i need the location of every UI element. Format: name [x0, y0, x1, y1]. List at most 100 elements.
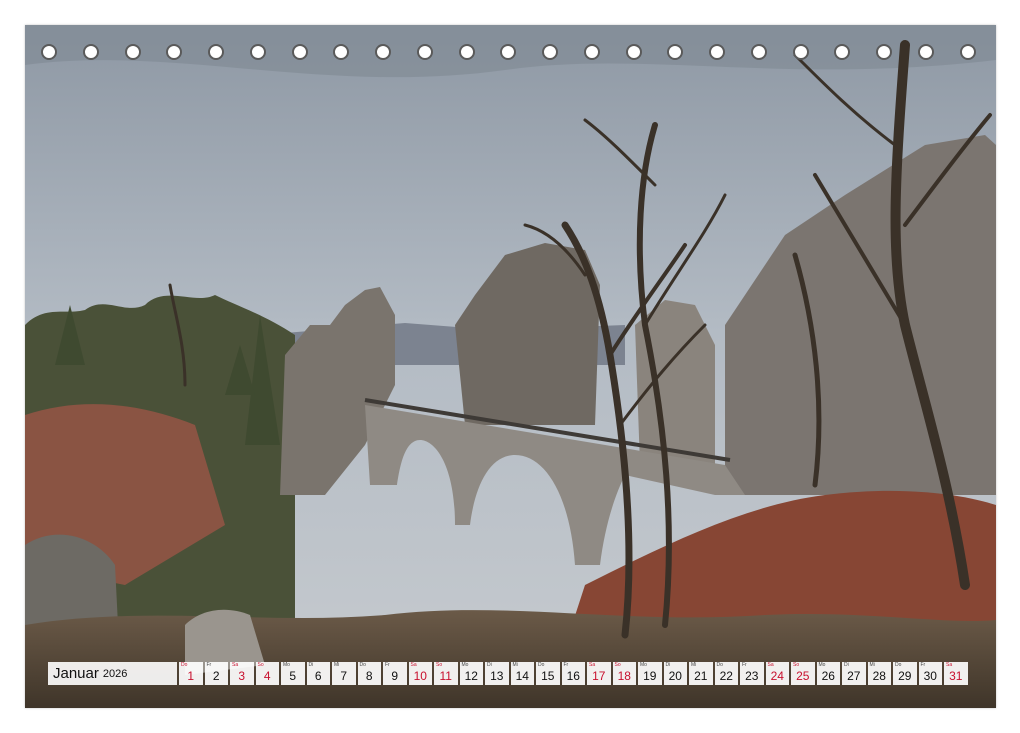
weekday-label: Do — [359, 662, 366, 668]
day-cell: Di 27 — [842, 662, 866, 685]
day-cell: Mo 5 — [281, 662, 305, 685]
weekday-label: Di — [308, 662, 314, 668]
day-cell: Fr 16 — [561, 662, 585, 685]
day-number: 25 — [796, 669, 810, 683]
binding-hole — [876, 44, 892, 60]
weekday-label: Fr — [920, 662, 926, 668]
binding-hole — [124, 44, 141, 60]
day-cell: Sa 24 — [765, 662, 789, 685]
day-number: 19 — [643, 669, 657, 683]
year-label: 2026 — [102, 667, 128, 680]
day-cell: Mi 7 — [332, 662, 356, 685]
day-cell: Mi 14 — [510, 662, 534, 685]
weekday-label: Do — [895, 662, 902, 668]
weekday-label: Di — [665, 662, 671, 668]
binding-hole — [834, 44, 851, 60]
day-number: 29 — [898, 669, 912, 683]
weekday-label: So — [793, 662, 800, 668]
day-cell: Mi 21 — [689, 662, 713, 685]
day-cell: Fr 30 — [918, 662, 942, 685]
weekday-label: Di — [844, 662, 849, 668]
day-number: 7 — [340, 669, 348, 683]
day-cell: So 25 — [791, 662, 815, 685]
day-cell: So 4 — [255, 662, 279, 685]
day-cell: Do 29 — [893, 662, 917, 685]
day-number: 6 — [314, 669, 322, 683]
weekday-label: Do — [181, 662, 188, 668]
day-number: 17 — [592, 669, 606, 683]
weekday-label: Fr — [563, 662, 569, 668]
binding-hole — [959, 44, 976, 60]
day-cell: Fr 2 — [204, 662, 228, 685]
binding-hole — [542, 44, 558, 60]
weekday-label: Sa — [589, 662, 596, 668]
day-cell: Sa 10 — [408, 662, 432, 685]
day-cell: Di 20 — [663, 662, 687, 685]
day-number: 14 — [515, 669, 529, 683]
landscape-photo — [25, 25, 996, 708]
weekday-label: Sa — [410, 662, 417, 668]
binding-holes — [41, 44, 981, 64]
day-cell: Di 6 — [306, 662, 330, 685]
day-cell: Do 15 — [536, 662, 560, 685]
day-number: 2 — [212, 669, 220, 683]
day-cell: Sa 3 — [230, 662, 254, 685]
binding-hole — [583, 44, 600, 60]
day-number: 12 — [464, 669, 478, 683]
day-number: 28 — [872, 669, 886, 683]
day-number: 9 — [391, 669, 399, 683]
day-cell: Mo 26 — [816, 662, 840, 685]
binding-hole — [917, 44, 934, 60]
day-cells: Do 1 Fr 2 Sa 3 So 4 Mo 5 Di 6 Mi 7 Do 8 Fr 9 Sa 10 So 11 Mo 12 D… — [179, 662, 968, 685]
day-number: 18 — [617, 669, 631, 683]
month-name: Januar — [53, 665, 99, 682]
day-number: 31 — [949, 669, 963, 683]
weekday-label: So — [436, 662, 443, 668]
binding-hole — [82, 44, 99, 60]
binding-hole — [500, 44, 517, 60]
day-cell: Do 1 — [179, 662, 203, 685]
weekday-label: Di — [487, 662, 492, 668]
binding-hole — [792, 44, 809, 60]
weekday-label: So — [614, 662, 621, 668]
binding-hole — [416, 44, 433, 60]
day-number: 15 — [541, 669, 555, 683]
binding-hole — [333, 44, 350, 60]
calendar-bar: Januar 2026 Do 1 Fr 2 Sa 3 So 4 Mo 5 Di 6 Mi 7 Do 8 Fr 9 S… — [48, 662, 972, 685]
day-cell: Sa 31 — [944, 662, 968, 685]
weekday-label: Mo — [283, 662, 290, 668]
day-cell: Fr 23 — [740, 662, 764, 685]
calendar-page: Januar 2026 Do 1 Fr 2 Sa 3 So 4 Mo 5 Di 6 Mi 7 Do 8 Fr 9 S… — [25, 25, 996, 708]
day-number: 1 — [187, 669, 195, 683]
day-number: 26 — [821, 669, 835, 683]
binding-hole — [166, 44, 183, 60]
day-number: 27 — [847, 669, 861, 683]
weekday-label: Sa — [767, 662, 774, 668]
weekday-label: Mi — [334, 662, 340, 668]
weekday-label: Sa — [946, 662, 953, 668]
day-cell: Mi 28 — [867, 662, 891, 685]
day-cell: So 11 — [434, 662, 458, 685]
day-number: 8 — [365, 669, 373, 683]
binding-hole — [750, 44, 767, 60]
day-number: 3 — [238, 669, 246, 683]
binding-hole — [709, 44, 725, 60]
day-cell: Do 8 — [357, 662, 381, 685]
binding-hole — [208, 44, 224, 60]
weekday-label: Fr — [742, 662, 747, 668]
day-number: 23 — [745, 669, 759, 683]
day-number: 30 — [923, 669, 937, 683]
foreground — [25, 610, 996, 708]
binding-hole — [249, 44, 266, 60]
weekday-label: Fr — [206, 662, 212, 668]
weekday-label: Mo — [640, 662, 647, 668]
weekday-label: Sa — [232, 662, 239, 668]
weekday-label: Mo — [818, 662, 826, 668]
day-cell: So 18 — [612, 662, 636, 685]
day-number: 22 — [719, 669, 733, 683]
binding-hole — [458, 44, 475, 60]
day-number: 16 — [566, 669, 580, 683]
binding-hole — [625, 44, 642, 60]
day-number: 13 — [490, 669, 504, 683]
day-number: 10 — [413, 669, 427, 683]
